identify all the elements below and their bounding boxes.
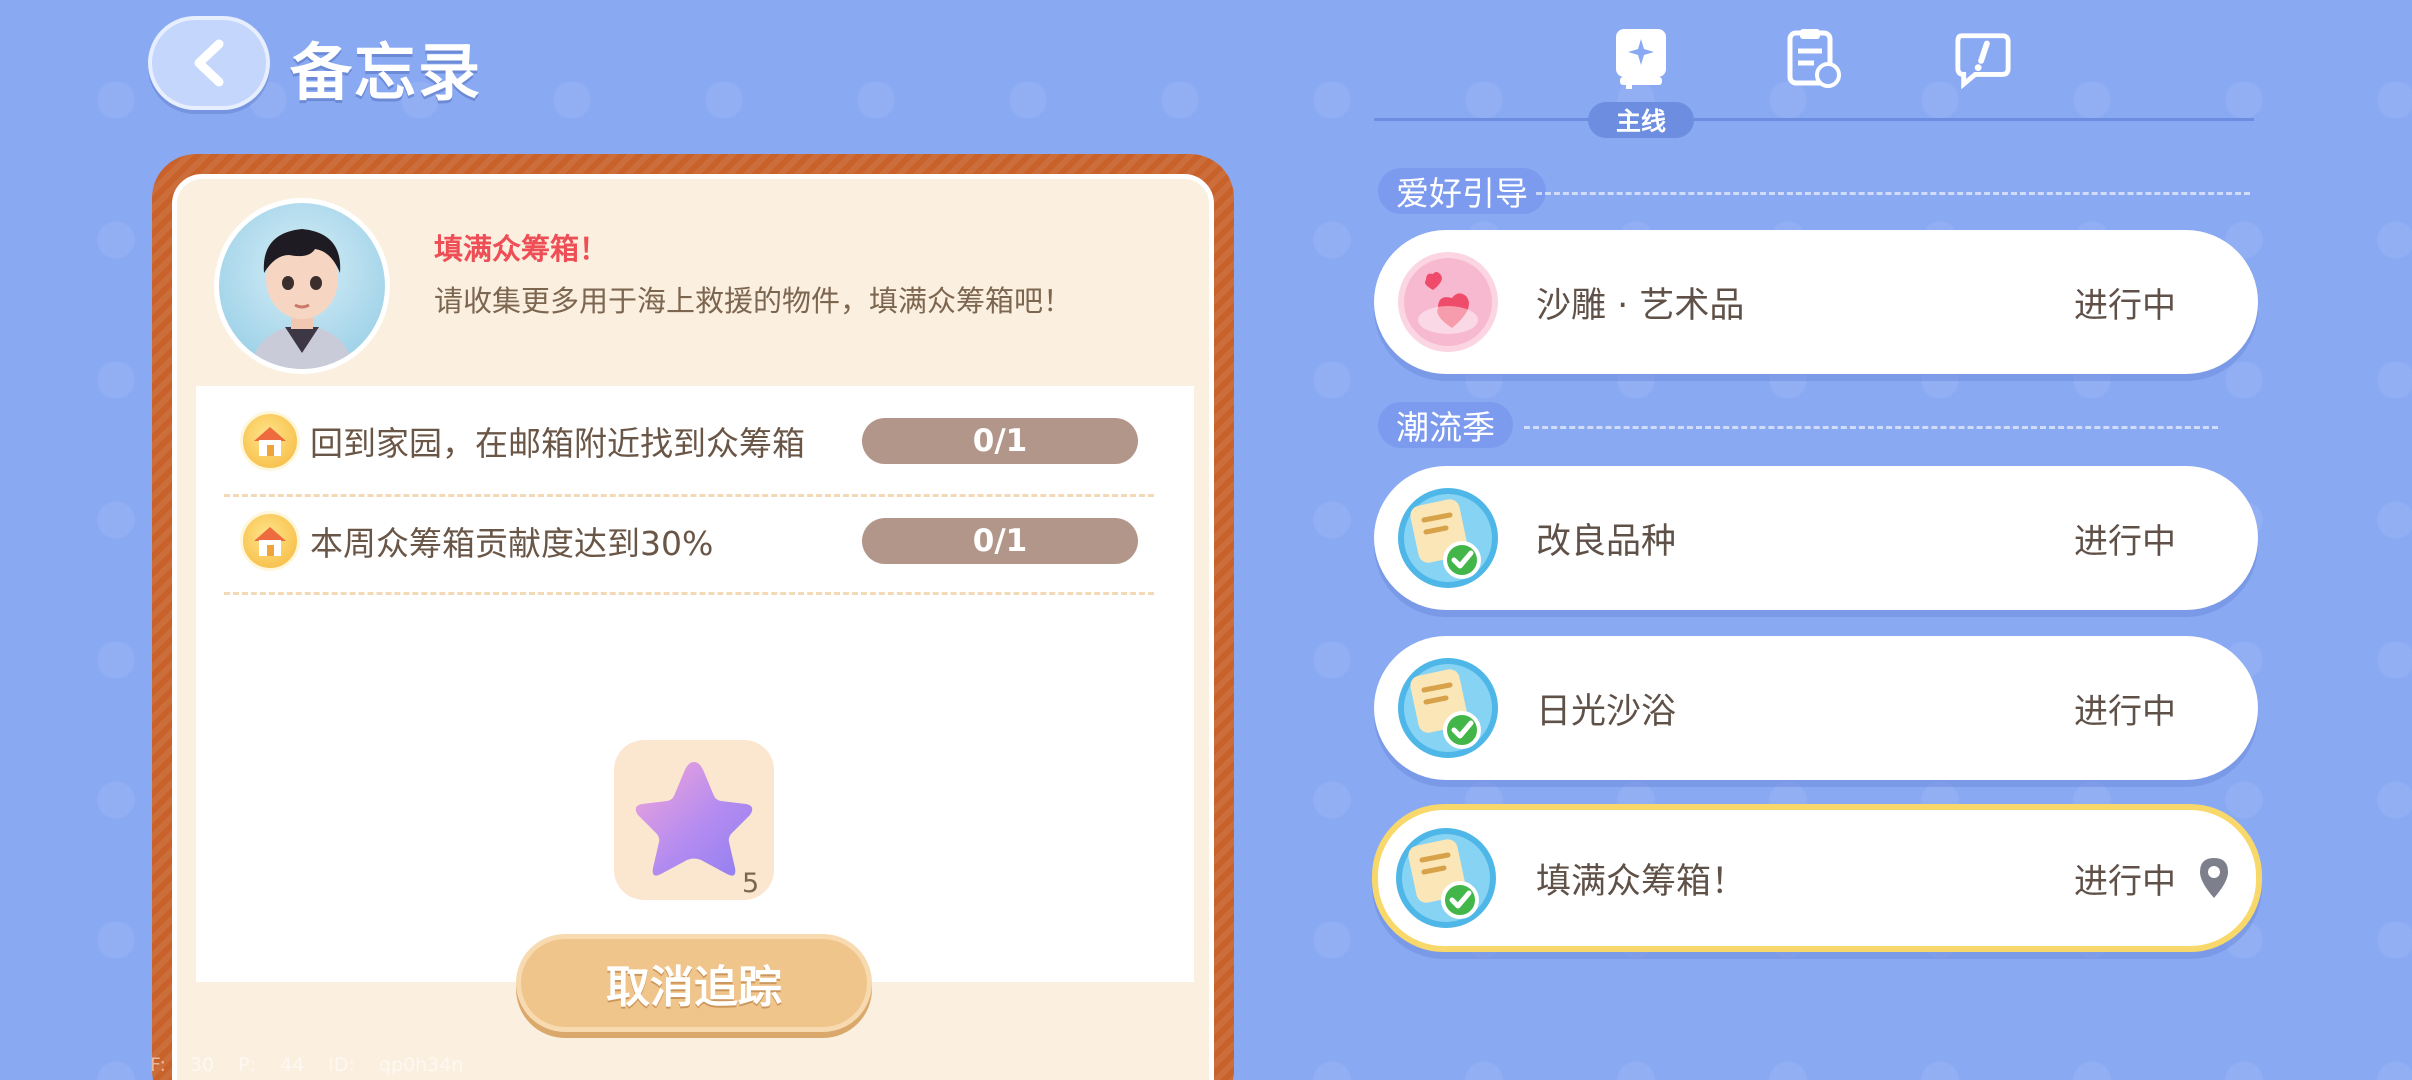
tab-messages[interactable] — [1954, 26, 2012, 90]
memo-check-icon — [1398, 658, 1498, 758]
hearts-icon — [1398, 252, 1498, 352]
task-progress: 0/1 — [862, 418, 1138, 464]
quest-card-name: 日光沙浴 — [1536, 691, 1677, 732]
quest-card-status: 进行中 — [2074, 521, 2176, 562]
back-arrow-icon — [194, 39, 224, 87]
tab-tasks[interactable] — [1784, 26, 1842, 90]
section-label-trend-season: 潮流季 — [1378, 402, 1513, 448]
chat-exclaim-icon — [1955, 33, 2011, 89]
debug-overlay: F: 30 P: 44 ID: qp0h34n — [150, 1054, 464, 1076]
memo-check-icon — [1396, 828, 1496, 928]
section-divider — [1536, 192, 2250, 195]
task-divider — [224, 592, 1154, 595]
location-pin-icon — [2200, 858, 2228, 898]
quest-description: 请收集更多用于海上救援的物件，填满众筹箱吧！ — [434, 284, 1073, 318]
tab-mainline[interactable] — [1612, 26, 1670, 90]
quest-card-sand-sculpture[interactable]: 沙雕 · 艺术品 进行中 — [1374, 230, 2258, 374]
quest-title: 填满众筹箱！ — [434, 232, 609, 266]
section-divider — [1524, 426, 2218, 429]
quest-card-name: 改良品种 — [1536, 521, 1677, 562]
home-icon — [240, 511, 300, 571]
quest-card-name: 填满众筹箱！ — [1536, 861, 1747, 902]
task-text: 回到家园，在邮箱附近找到众筹箱 — [310, 424, 805, 463]
memo-check-icon — [1398, 488, 1498, 588]
cancel-tracking-button[interactable]: 取消追踪 — [516, 934, 872, 1032]
page-title: 备忘录 — [290, 36, 483, 109]
quest-card-name: 沙雕 · 艺术品 — [1536, 285, 1745, 326]
task-item: 回到家园，在邮箱附近找到众筹箱 — [240, 406, 805, 476]
quest-card-status: 进行中 — [2074, 691, 2176, 732]
task-item: 本周众筹箱贡献度达到30% — [240, 506, 713, 576]
quest-card-fill-crowdfund-box[interactable]: 填满众筹箱！ 进行中 — [1372, 804, 2262, 952]
task-text: 本周众筹箱贡献度达到30% — [310, 524, 714, 563]
back-button[interactable] — [148, 16, 270, 110]
clipboard-refresh-icon — [1787, 29, 1841, 88]
quest-card-improve-breed[interactable]: 改良品种 进行中 — [1374, 466, 2258, 610]
section-label-hobby-guide: 爱好引导 — [1378, 168, 1546, 214]
home-icon — [240, 411, 300, 471]
quest-card-status: 进行中 — [2074, 861, 2176, 902]
mainline-book-icon — [1616, 29, 1666, 89]
task-progress: 0/1 — [862, 518, 1138, 564]
task-divider — [224, 494, 1154, 497]
quest-card-sunbath[interactable]: 日光沙浴 进行中 — [1374, 636, 2258, 780]
npc-avatar — [214, 198, 390, 374]
tab-underline — [1374, 118, 2254, 121]
tab-mainline-label: 主线 — [1588, 102, 1694, 138]
reward-count: 5 — [742, 868, 760, 899]
quest-card-status: 进行中 — [2074, 285, 2176, 326]
